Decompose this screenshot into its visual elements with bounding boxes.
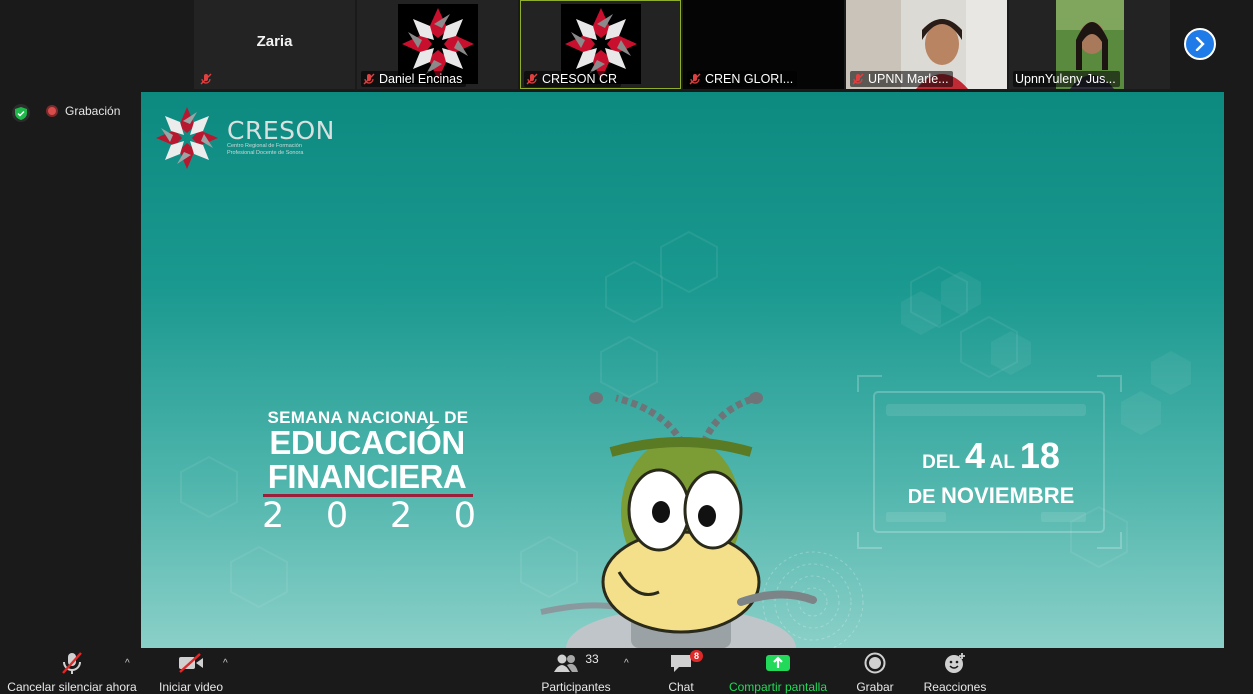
audio-options-caret[interactable]: ^ (125, 658, 130, 669)
participant-tile-daniel[interactable]: Daniel Encinas (357, 0, 518, 89)
participant-label (198, 71, 216, 87)
year-digit: 2 (389, 496, 413, 536)
event-title-line3: FINANCIERA (267, 458, 467, 495)
participant-name: UPNN Marle... (868, 72, 949, 86)
year-digit: 2 (262, 496, 285, 536)
start-video-label: Iniciar video (158, 680, 224, 694)
participant-name: CREN GLORI... (705, 72, 794, 86)
recording-indicator[interactable]: Grabación (46, 104, 120, 118)
video-off-icon (179, 653, 203, 673)
participants-icon-wrap: 33 (553, 648, 599, 678)
shared-screen: CRESON Centro Regional de Formación Prof… (141, 92, 1224, 648)
participant-label: Daniel Encinas (361, 71, 467, 87)
video-options-caret[interactable]: ^ (223, 658, 228, 669)
reactions-label: Reacciones (923, 680, 987, 694)
org-name: CRESON (227, 116, 335, 145)
chat-label: Chat (668, 680, 694, 694)
unmute-label: Cancelar silenciar ahora (7, 680, 137, 694)
next-page-button[interactable] (1184, 28, 1216, 60)
meeting-toolbar: Cancelar silenciar ahora ^ Iniciar video… (0, 648, 1253, 694)
participant-strip: Zaria Daniel Encinas CRESON CR CREN GLOR… (0, 0, 1253, 91)
share-screen-icon (766, 655, 790, 671)
share-icon-wrap (765, 648, 791, 678)
chevron-right-icon (1195, 37, 1205, 51)
year-digit: 0 (453, 496, 476, 536)
start-video-button[interactable]: Iniciar video (152, 648, 230, 694)
security-badge[interactable] (12, 104, 30, 122)
date-month-line: DE NOVIEMBRE (881, 483, 1101, 509)
participant-name: Zaria (256, 33, 293, 50)
participants-label: Participantes (541, 680, 611, 694)
date-start: 4 (965, 435, 986, 476)
participant-label: CREN GLORI... (687, 71, 798, 87)
org-subtitle-line: Profesional Docente de Sonora (227, 149, 304, 156)
event-dates: DEL 4 AL 18 DE NOVIEMBRE (881, 435, 1101, 509)
org-subtitle: Centro Regional de Formación Profesional… (227, 143, 337, 156)
slide-background-graphics (156, 107, 1191, 648)
date-range: DEL 4 AL 18 (881, 435, 1101, 477)
reactions-button[interactable]: Reacciones (920, 648, 990, 694)
date-del: DEL (922, 452, 960, 473)
reactions-smiley-icon (945, 653, 965, 673)
participant-label: UpnnYuleny Jus... (1013, 71, 1120, 87)
muted-mic-icon (363, 73, 375, 85)
year-digit: 0 (325, 496, 349, 536)
shield-check-icon (15, 106, 27, 120)
participants-count: 33 (585, 652, 599, 666)
share-screen-label: Compartir pantalla (728, 680, 828, 694)
record-icon-wrap (864, 648, 886, 678)
muted-mic-icon (689, 73, 701, 85)
participant-tile-cren[interactable]: CREN GLORI... (683, 0, 844, 89)
participant-name: UpnnYuleny Jus... (1015, 72, 1116, 86)
participants-options-caret[interactable]: ^ (624, 658, 629, 669)
event-title-line2: EDUCACIÓN (269, 424, 465, 461)
share-screen-button[interactable]: Compartir pantalla (724, 648, 832, 694)
record-icon (864, 652, 886, 674)
recording-label: Grabación (65, 104, 121, 118)
bee-mascot-illustration (540, 392, 817, 648)
creson-slide-logo (156, 107, 218, 169)
muted-mic-icon (62, 652, 82, 674)
muted-mic-icon (526, 73, 538, 85)
chat-unread-badge: 8 (689, 650, 703, 662)
date-de: DE (907, 486, 936, 508)
record-button[interactable]: Grabar (852, 648, 898, 694)
muted-mic-icon (200, 73, 212, 85)
muted-mic-icon (852, 73, 864, 85)
date-month: NOVIEMBRE (941, 483, 1075, 508)
reactions-icon-wrap (943, 648, 967, 678)
event-year: 2 0 2 0 (262, 496, 476, 536)
participant-tile-upnn-yuleny[interactable]: UpnnYuleny Jus... (1009, 0, 1170, 89)
participant-tile-creson[interactable]: CRESON CR (520, 0, 681, 89)
chat-icon-wrap: 8 (669, 648, 703, 678)
unmute-button[interactable]: Cancelar silenciar ahora (7, 648, 137, 694)
video-icon-wrap (178, 648, 204, 678)
record-label: Grabar (856, 680, 894, 694)
date-al: AL (989, 452, 1015, 473)
participant-tile-upnn-marle[interactable]: UPNN Marle... (846, 0, 1007, 89)
chat-button[interactable]: 8 Chat (660, 648, 703, 694)
participants-button[interactable]: 33 Participantes (538, 648, 614, 694)
participant-tile-zaria[interactable]: Zaria (194, 0, 355, 89)
participant-label: UPNN Marle... (850, 71, 953, 87)
participant-label: CRESON CR (524, 71, 622, 87)
participants-icon (554, 654, 579, 672)
date-end: 18 (1019, 435, 1060, 476)
participant-name: CRESON CR (542, 72, 618, 86)
record-dot-icon (46, 105, 58, 117)
participant-name: Daniel Encinas (379, 72, 463, 86)
mic-icon-wrap (61, 648, 83, 678)
